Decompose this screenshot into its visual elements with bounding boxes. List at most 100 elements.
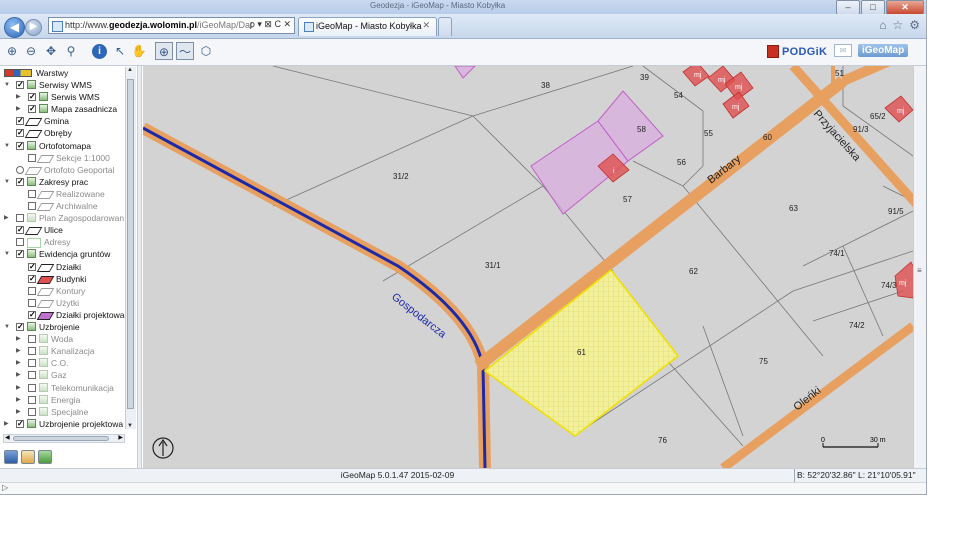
address-tools[interactable]: ρ ▾ ⊠ C ✕ xyxy=(250,19,291,30)
layer-checkbox[interactable]: ✓ xyxy=(16,250,24,259)
expand-arrow-icon[interactable]: ▷ xyxy=(2,483,8,492)
parcel-number: 39 xyxy=(640,73,649,82)
tab-igeomap[interactable]: iGeoMap - Miasto Kobyłka ✕ xyxy=(298,17,437,36)
layer-checkbox[interactable] xyxy=(28,202,36,210)
layer-checkbox[interactable]: ✓ xyxy=(16,419,24,428)
layer-checkbox[interactable] xyxy=(16,214,24,223)
collapsed-arrow-icon[interactable]: ▶ xyxy=(16,345,22,357)
collapsed-arrow-icon[interactable]: ▶ xyxy=(16,406,22,418)
panel-splitter[interactable] xyxy=(137,66,142,468)
folder-icon xyxy=(39,370,48,380)
crosshair-icon[interactable]: ⊕ xyxy=(155,42,173,60)
layers-tab-button[interactable] xyxy=(4,450,18,464)
buildings xyxy=(597,66,913,299)
expanded-arrow-icon[interactable]: ▼ xyxy=(4,176,10,188)
layer-checkbox[interactable] xyxy=(28,189,36,198)
tab-close-icon[interactable]: ✕ xyxy=(422,20,430,31)
scroll-right-icon[interactable]: ▶ xyxy=(118,434,123,441)
collapsed-arrow-icon[interactable]: ▶ xyxy=(16,357,22,369)
scroll-thumb[interactable] xyxy=(127,79,134,409)
layer-checkbox[interactable]: ✓ xyxy=(16,141,24,150)
collapsed-arrow-icon[interactable]: ▶ xyxy=(16,103,22,115)
collapsed-arrow-icon[interactable]: ▶ xyxy=(16,382,22,394)
hscroll-thumb[interactable] xyxy=(13,436,109,441)
layers-vertical-scrollbar[interactable]: ▲ ▼ xyxy=(125,67,136,429)
layer-checkbox[interactable]: ✓ xyxy=(16,226,24,235)
layer-checkbox[interactable] xyxy=(28,371,36,380)
layer-label: Uzbrojenie xyxy=(39,322,80,332)
layer-checkbox[interactable] xyxy=(16,238,24,247)
zoom-extent-icon[interactable]: ⚲ xyxy=(62,42,80,60)
layer-checkbox[interactable]: ✓ xyxy=(16,81,24,89)
maximize-button[interactable]: □ xyxy=(861,0,885,15)
measure-area-icon[interactable]: ⬡ xyxy=(197,42,215,60)
star-icon[interactable]: ☆ xyxy=(892,18,903,32)
layer-checkbox[interactable]: ✓ xyxy=(28,105,36,114)
scroll-up-icon[interactable]: ▲ xyxy=(127,67,133,73)
layer-checkbox[interactable] xyxy=(28,359,36,368)
podgik-logo[interactable]: PODGiK xyxy=(767,45,827,58)
layer-checkbox[interactable]: ✓ xyxy=(16,177,24,186)
layer-radio[interactable] xyxy=(16,165,24,174)
collapsed-arrow-icon[interactable]: ▶ xyxy=(16,394,22,406)
map-view[interactable]: mj mj mj mj mj mj i 38 39 54 51 58 55 60 65/2 91… xyxy=(143,66,913,468)
igeomap-logo[interactable]: ✉ iGeoMap xyxy=(834,44,909,57)
svg-text:mj: mj xyxy=(694,72,702,79)
expanded-arrow-icon[interactable]: ▼ xyxy=(4,321,10,333)
home-icon[interactable]: ⌂ xyxy=(879,18,886,32)
zoom-in-icon[interactable]: ⊕ xyxy=(3,42,21,60)
minimize-button[interactable]: – xyxy=(836,0,860,15)
forward-arrow-icon[interactable]: ▶ xyxy=(25,19,42,36)
new-tab-button[interactable] xyxy=(438,17,452,36)
layer-checkbox[interactable] xyxy=(28,298,36,307)
layer-checkbox[interactable]: ✓ xyxy=(28,93,36,102)
parcel-number: 62 xyxy=(689,267,698,276)
map-canvas[interactable]: mj mj mj mj mj mj i 3839545158 55 6065/291… xyxy=(143,66,913,468)
expanded-arrow-icon[interactable]: ▼ xyxy=(4,140,10,152)
layer-checkbox[interactable]: ✓ xyxy=(16,117,24,126)
search-tab-button[interactable] xyxy=(38,450,52,464)
hand-icon[interactable]: ✋ xyxy=(130,42,148,60)
layers-horizontal-scrollbar[interactable]: ◀ ▶ xyxy=(3,434,125,443)
layer-checkbox[interactable] xyxy=(28,383,36,392)
measure-line-icon[interactable]: 〜 xyxy=(176,42,194,60)
favicon-icon xyxy=(52,21,63,32)
layer-checkbox[interactable] xyxy=(28,153,36,162)
layer-checkbox[interactable] xyxy=(28,395,36,404)
folder-icon xyxy=(39,394,48,404)
gear-icon[interactable]: ⚙ xyxy=(909,18,920,32)
layer-checkbox[interactable]: ✓ xyxy=(28,262,36,271)
layer-checkbox[interactable] xyxy=(28,407,36,416)
address-bar[interactable]: http://www.geodezja.wolomin.pl/iGeoMap/D… xyxy=(48,17,295,34)
select-arrow-icon[interactable]: ↖ xyxy=(111,42,129,60)
scroll-left-icon[interactable]: ◀ xyxy=(5,434,10,441)
scroll-down-icon[interactable]: ▼ xyxy=(127,423,133,429)
polygon-icon xyxy=(36,287,55,296)
expanded-arrow-icon[interactable]: ▼ xyxy=(4,248,10,260)
collapsed-arrow-icon[interactable]: ▶ xyxy=(4,212,10,224)
collapsed-arrow-icon[interactable]: ▶ xyxy=(4,418,10,430)
expanded-arrow-icon[interactable]: ▼ xyxy=(4,79,10,91)
envelope-icon[interactable]: ✉ xyxy=(834,44,852,57)
layer-checkbox[interactable]: ✓ xyxy=(16,323,24,331)
collapsed-arrow-icon[interactable]: ▶ xyxy=(16,91,22,103)
legend-tab-button[interactable] xyxy=(21,450,35,464)
zoom-out-icon[interactable]: ⊖ xyxy=(22,42,40,60)
folder-icon xyxy=(27,418,36,428)
info-icon[interactable]: i xyxy=(92,44,107,59)
address-url[interactable]: http://www.geodezja.wolomin.pl/iGeoMap/D… xyxy=(65,20,253,30)
layer-checkbox[interactable]: ✓ xyxy=(28,310,36,319)
layer-checkbox[interactable] xyxy=(28,335,36,344)
pan-icon[interactable]: ✥ xyxy=(42,42,60,60)
layer-checkbox[interactable] xyxy=(28,347,36,356)
layer-checkbox[interactable]: ✓ xyxy=(28,274,36,283)
collapsed-arrow-icon[interactable]: ▶ xyxy=(16,333,22,345)
map-right-edge[interactable]: ≡ xyxy=(913,66,926,468)
layer-checkbox[interactable]: ✓ xyxy=(16,129,24,138)
tab-favicon-icon xyxy=(304,22,314,32)
back-arrow-icon[interactable]: ◀ xyxy=(4,17,25,38)
collapsed-arrow-icon[interactable]: ▶ xyxy=(16,369,22,381)
layer-label: Gmina xyxy=(44,116,70,127)
layer-checkbox[interactable] xyxy=(28,286,36,295)
close-window-button[interactable]: ✕ xyxy=(886,0,924,15)
